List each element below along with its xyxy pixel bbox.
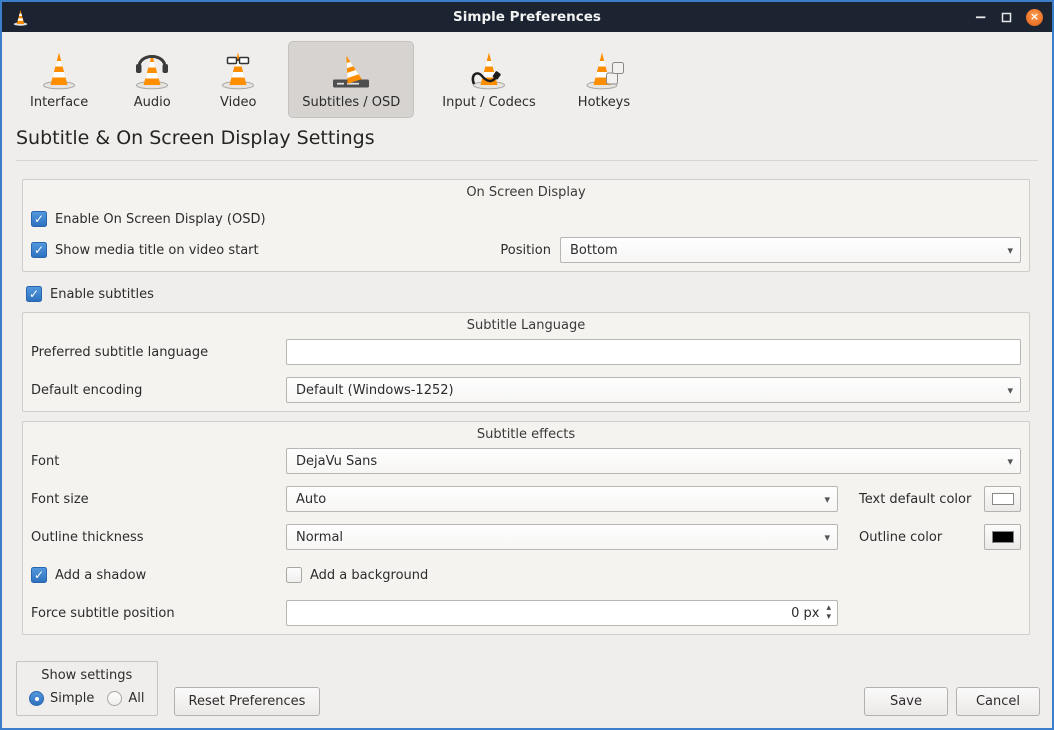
chevron-down-icon: ▾ [1007, 455, 1013, 468]
toolbar-item-input-codecs[interactable]: Input / Codecs [428, 41, 550, 118]
add-shadow-checkbox[interactable]: Add a shadow [31, 567, 286, 583]
reset-preferences-button[interactable]: Reset Preferences [174, 687, 321, 716]
force-subtitle-position-spinbox[interactable]: 0 px ▴ ▾ [286, 600, 838, 626]
field-label: Font size [31, 492, 286, 507]
field-label: Position [500, 243, 551, 258]
toolbar-item-hotkeys[interactable]: Hotkeys [564, 41, 644, 118]
field-label: Force subtitle position [31, 606, 286, 621]
combo-value: DejaVu Sans [296, 454, 1001, 469]
subtitles-osd-icon [329, 48, 373, 92]
interface-icon [37, 48, 81, 92]
combo-value: Auto [296, 492, 818, 507]
combo-value: Default (Windows-1252) [296, 383, 1001, 398]
page-head: Subtitle & On Screen Display Settings [2, 121, 1052, 161]
heading-divider [16, 160, 1038, 161]
radio-icon [29, 691, 44, 706]
enable-osd-checkbox[interactable]: Enable On Screen Display (OSD) [31, 211, 266, 227]
spinbox-value: 0 px [287, 606, 826, 621]
add-background-checkbox[interactable]: Add a background [286, 567, 428, 583]
osd-group: On Screen Display Enable On Screen Displ… [22, 179, 1030, 272]
show-media-title-checkbox[interactable]: Show media title on video start [31, 242, 259, 258]
category-toolbar: Interface Audio [2, 32, 1052, 121]
checkbox-label: Enable subtitles [50, 287, 154, 302]
position-select[interactable]: Bottom ▾ [560, 237, 1021, 263]
radio-label: Simple [50, 691, 94, 706]
color-swatch [992, 493, 1014, 505]
field-label: Preferred subtitle language [31, 345, 286, 360]
checkbox-label: Show media title on video start [55, 243, 259, 258]
field-label: Outline thickness [31, 530, 286, 545]
radio-label: All [128, 691, 144, 706]
toolbar-item-label: Hotkeys [578, 95, 630, 110]
outline-thickness-select[interactable]: Normal ▾ [286, 524, 838, 550]
toolbar-item-subtitles-osd[interactable]: Subtitles / OSD [288, 41, 414, 118]
color-swatch [992, 531, 1014, 543]
font-size-select[interactable]: Auto ▾ [286, 486, 838, 512]
toolbar-item-label: Subtitles / OSD [302, 95, 400, 110]
titlebar[interactable]: Simple Preferences − × [2, 2, 1052, 32]
outline-color-button[interactable] [984, 524, 1021, 550]
audio-icon [130, 48, 174, 92]
radio-icon [107, 691, 122, 706]
checkbox-icon [286, 567, 302, 583]
show-settings-frame: Show settings Simple All [16, 661, 158, 716]
window-title: Simple Preferences [2, 9, 1052, 25]
toolbar-item-label: Input / Codecs [442, 95, 536, 110]
toolbar-item-label: Interface [30, 95, 88, 110]
toolbar-item-interface[interactable]: Interface [16, 41, 102, 118]
subtitle-language-group: Subtitle Language Preferred subtitle lan… [22, 312, 1030, 412]
radio-all[interactable]: All [107, 691, 144, 706]
osd-group-title: On Screen Display [31, 185, 1021, 200]
field-label: Text default color [859, 492, 971, 507]
field-label: Outline color [859, 530, 942, 545]
checkbox-label: Add a shadow [55, 568, 146, 583]
combo-value: Bottom [570, 243, 1001, 258]
hotkeys-icon [582, 48, 626, 92]
default-encoding-select[interactable]: Default (Windows-1252) ▾ [286, 377, 1021, 403]
checkbox-label: Add a background [310, 568, 428, 583]
preferences-window: Simple Preferences − × Interface [0, 0, 1054, 730]
enable-subtitles-checkbox[interactable]: Enable subtitles [26, 286, 1052, 302]
close-icon[interactable]: × [1026, 9, 1043, 26]
toolbar-item-label: Audio [134, 95, 171, 110]
field-label: Default encoding [31, 383, 286, 398]
chevron-down-icon: ▾ [824, 531, 830, 544]
checkbox-icon [31, 211, 47, 227]
radio-simple[interactable]: Simple [29, 691, 94, 706]
video-icon [216, 48, 260, 92]
show-settings-title: Show settings [29, 668, 145, 683]
chevron-down-icon: ▾ [1007, 244, 1013, 257]
toolbar-item-audio[interactable]: Audio [116, 41, 188, 118]
font-select[interactable]: DejaVu Sans ▾ [286, 448, 1021, 474]
page-title: Subtitle & On Screen Display Settings [16, 127, 1038, 149]
field-label: Font [31, 454, 286, 469]
chevron-down-icon: ▾ [824, 493, 830, 506]
input-codecs-icon [467, 48, 511, 92]
effects-group-title: Subtitle effects [31, 427, 1021, 442]
language-group-title: Subtitle Language [31, 318, 1021, 333]
save-button[interactable]: Save [864, 687, 948, 716]
checkbox-icon [31, 242, 47, 258]
spin-down-icon[interactable]: ▾ [826, 613, 831, 622]
subtitle-effects-group: Subtitle effects Font DejaVu Sans ▾ Font… [22, 421, 1030, 635]
toolbar-item-video[interactable]: Video [202, 41, 274, 118]
minimize-icon[interactable]: − [974, 10, 987, 25]
chevron-down-icon: ▾ [1007, 384, 1013, 397]
preferred-language-input[interactable] [286, 339, 1021, 365]
restore-icon[interactable] [1000, 11, 1013, 24]
footer: Show settings Simple All Reset Preferenc… [16, 635, 1040, 728]
cancel-button[interactable]: Cancel [956, 687, 1040, 716]
vlc-cone-icon [11, 8, 30, 27]
checkbox-icon [26, 286, 42, 302]
toolbar-item-label: Video [220, 95, 256, 110]
text-color-button[interactable] [984, 486, 1021, 512]
checkbox-label: Enable On Screen Display (OSD) [55, 212, 266, 227]
combo-value: Normal [296, 530, 818, 545]
checkbox-icon [31, 567, 47, 583]
